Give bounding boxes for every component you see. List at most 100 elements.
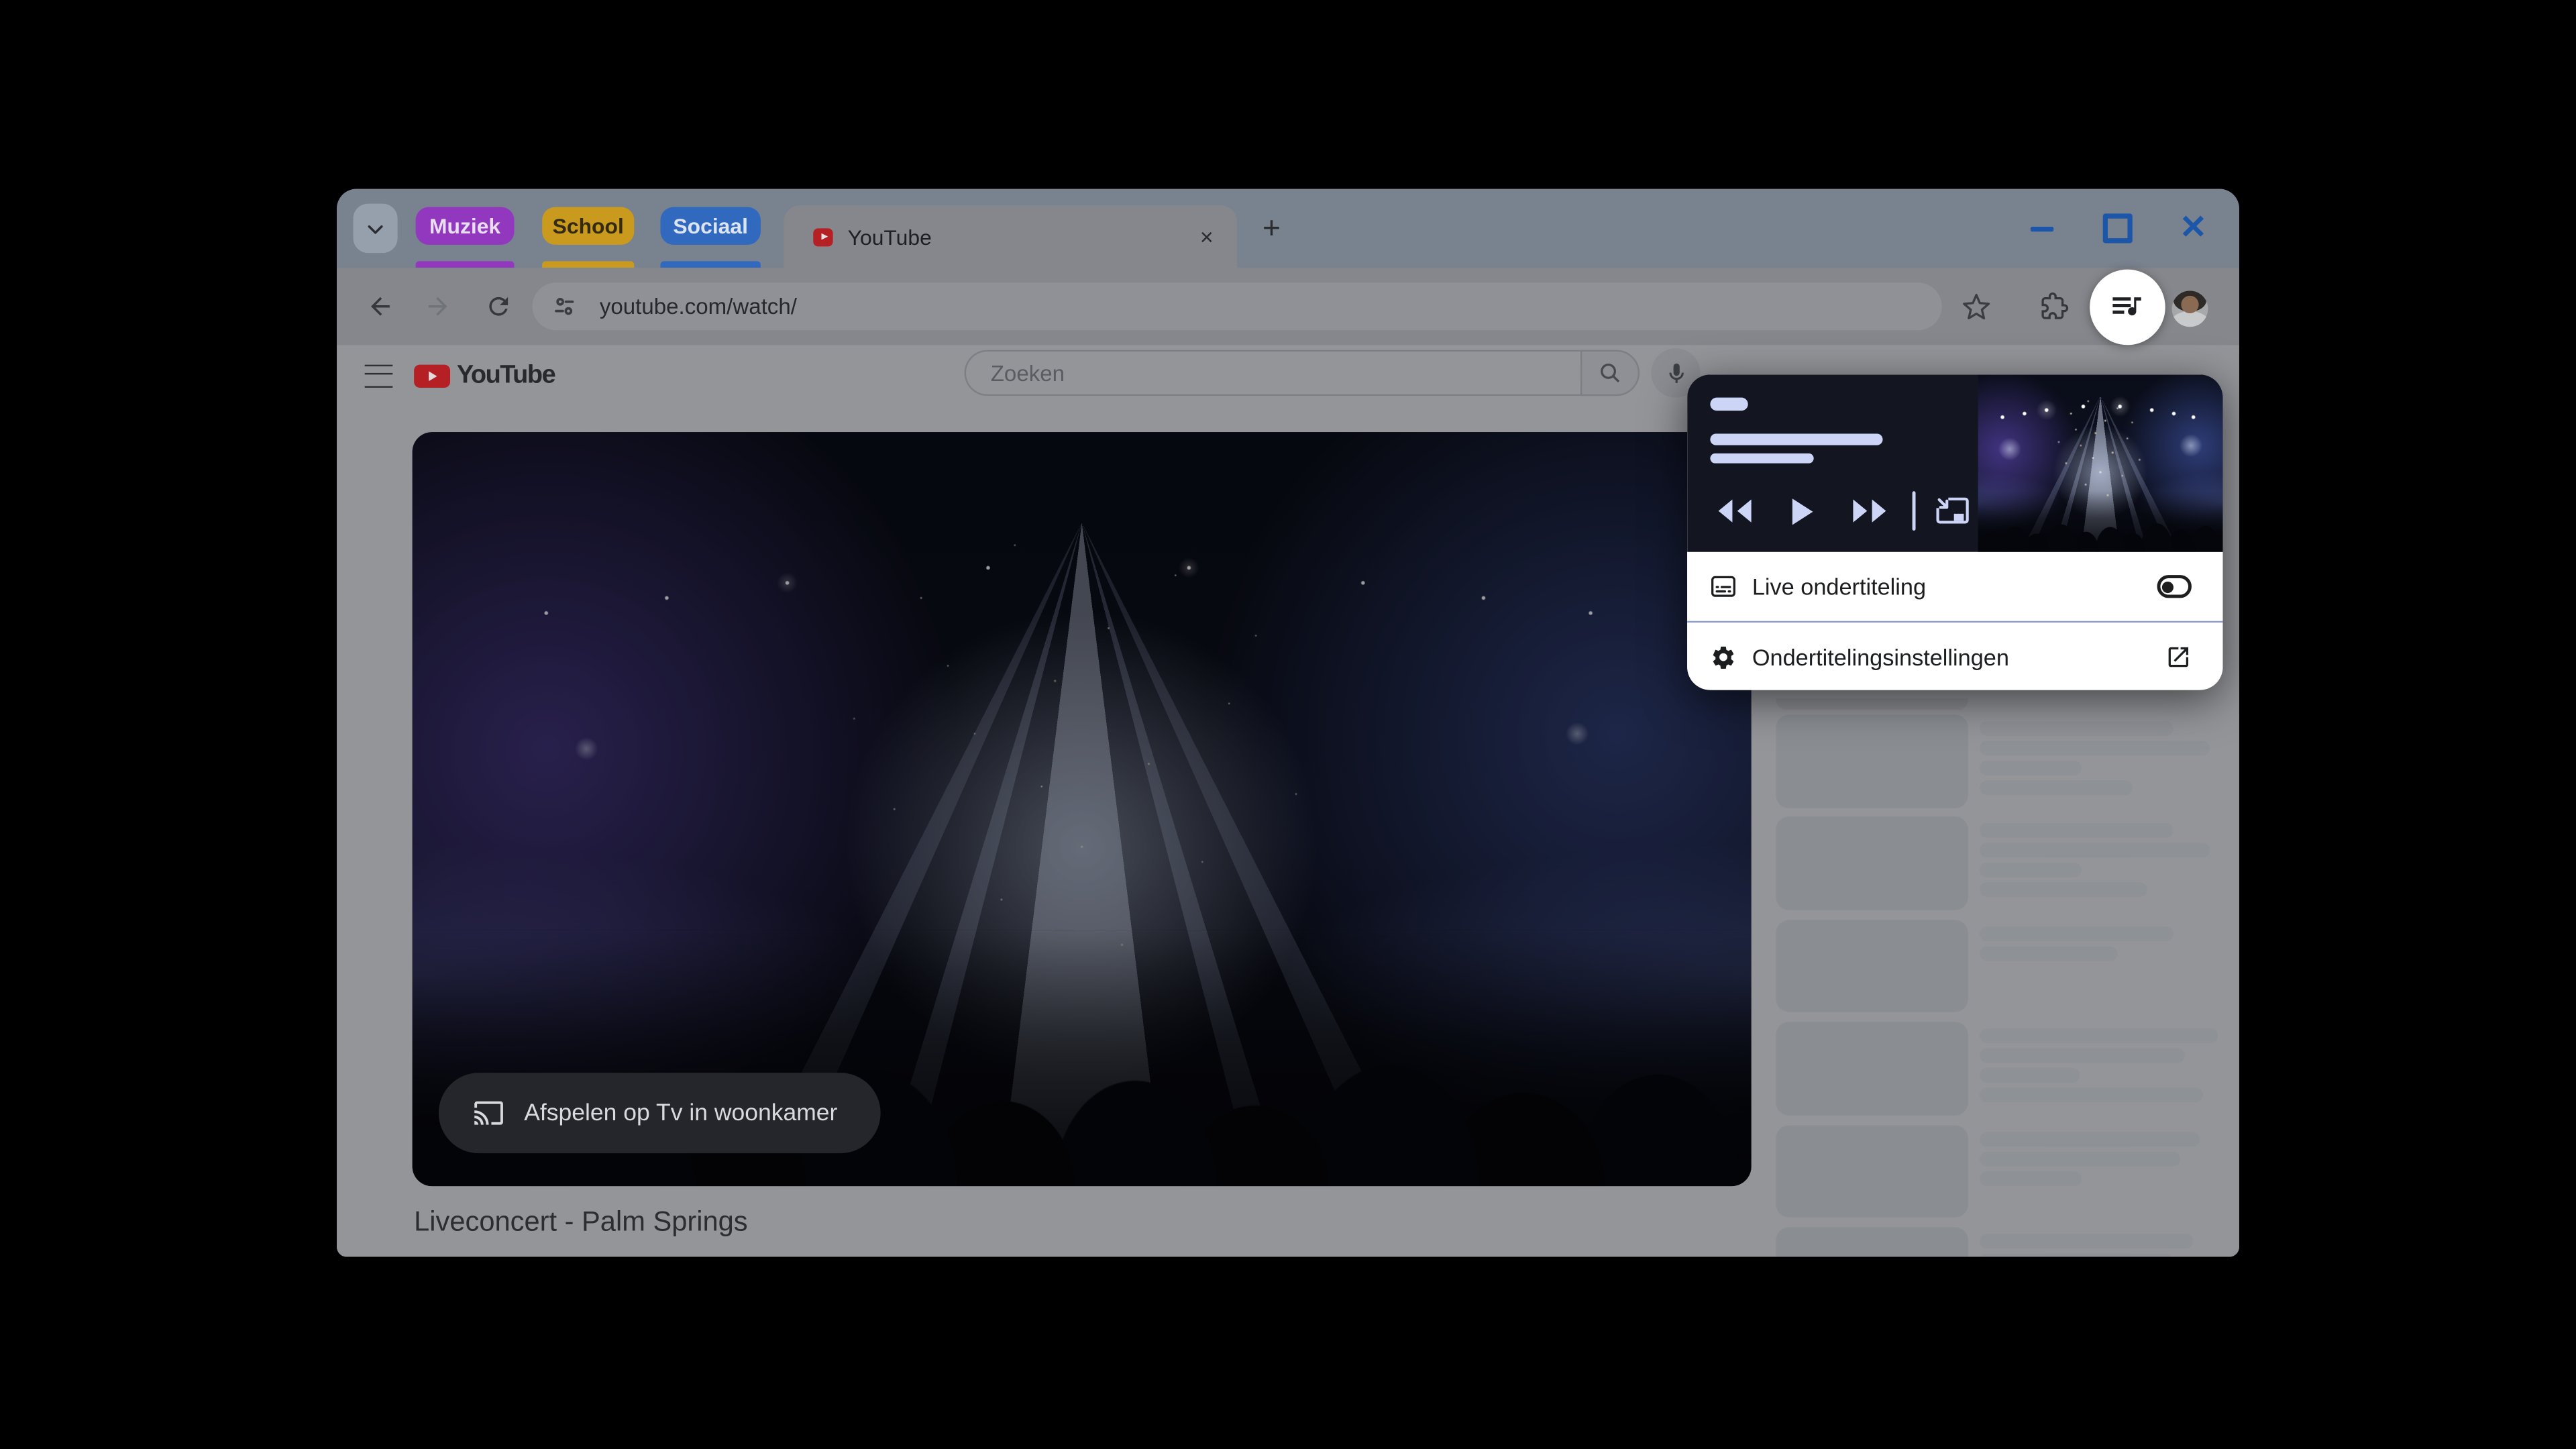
skeleton-line — [1980, 1171, 2082, 1186]
skeleton-thumbnail — [1776, 817, 1968, 910]
live-caption-icon — [1709, 574, 1735, 600]
avatar — [2171, 290, 2208, 327]
skeleton-line — [1980, 760, 2082, 775]
tab-youtube[interactable]: YouTube × — [784, 205, 1238, 268]
skeleton-thumbnail — [1776, 919, 1968, 1013]
new-tab-button[interactable]: + — [1252, 210, 1291, 250]
search-input[interactable] — [987, 359, 1536, 387]
mic-icon — [1664, 361, 1688, 386]
previous-track-button[interactable] — [1715, 498, 1755, 524]
related-videos-sidebar — [1776, 685, 2222, 1257]
next-track-button[interactable] — [1850, 498, 1890, 524]
chevron-down-icon — [365, 217, 386, 239]
skeleton-video-item — [1776, 817, 2218, 910]
omnibox[interactable]: youtube.com/watch/ — [532, 282, 1942, 331]
tab-group-chip-school[interactable]: School — [542, 207, 635, 245]
cast-icon — [473, 1097, 504, 1129]
skeleton-text-lines — [1980, 1124, 2200, 1217]
video-title: Liveconcert - Palm Springs — [414, 1205, 748, 1238]
tab-close-button[interactable]: × — [1193, 223, 1221, 251]
back-button[interactable] — [356, 282, 404, 330]
screen: Muziek School Sociaal YouTube × + ✕ yout… — [0, 0, 2576, 1449]
live-caption-toggle[interactable] — [2156, 575, 2191, 598]
skeleton-thumbnail-partial — [1776, 698, 1968, 710]
back-arrow-icon — [366, 292, 394, 321]
forward-button[interactable] — [414, 282, 462, 330]
maximize-button[interactable] — [2094, 205, 2141, 252]
skeleton-bar — [1709, 433, 1882, 445]
tab-strip: Muziek School Sociaal YouTube × + ✕ — [337, 189, 2239, 268]
skeleton-thumbnail — [1776, 714, 1968, 808]
media-controls-button[interactable] — [2090, 268, 2165, 345]
window-controls: ✕ — [1990, 189, 2216, 268]
skeleton-video-item — [1776, 1124, 2218, 1218]
youtube-favicon-icon — [813, 227, 833, 246]
skeleton-text-lines — [1980, 714, 2210, 807]
tab-group-underline-sociaal — [660, 261, 761, 267]
profile-button[interactable] — [2165, 284, 2213, 332]
skeleton-line — [1980, 1253, 2174, 1257]
skeleton-line — [1980, 823, 2174, 839]
skeleton-bar — [1709, 452, 1813, 464]
skeleton-thumbnail — [1776, 1022, 1968, 1116]
tune-icon[interactable] — [552, 294, 577, 319]
skeleton-line — [1980, 780, 2133, 796]
skeleton-text-lines — [1980, 920, 2174, 1012]
browser-toolbar: youtube.com/watch/ — [337, 268, 2239, 345]
cast-chip-label: Afspelen op Tv in woonkamer — [524, 1099, 838, 1126]
skeleton-text-lines — [1980, 1022, 2218, 1115]
tab-group-chip-sociaal[interactable]: Sociaal — [660, 207, 761, 245]
minimize-icon — [2030, 225, 2054, 231]
artwork-crowd — [1978, 491, 2222, 552]
video-player[interactable]: Afspelen op Tv in woonkamer — [412, 432, 1752, 1187]
toggle-knob — [2161, 580, 2174, 592]
skeleton-text-lines — [1980, 1227, 2194, 1257]
skeleton-line — [1980, 1131, 2200, 1146]
minimize-button[interactable] — [2019, 205, 2065, 252]
youtube-wordmark: YouTube — [456, 361, 556, 390]
search-box[interactable] — [964, 350, 1580, 396]
extensions-button[interactable] — [2031, 282, 2078, 330]
bookmark-button[interactable] — [1951, 282, 1999, 330]
tab-search-button[interactable] — [353, 203, 398, 254]
skeleton-video-item — [1776, 714, 2218, 808]
skeleton-line — [1980, 1068, 2080, 1083]
skeleton-line — [1980, 843, 2210, 859]
close-icon: ✕ — [2179, 210, 2207, 247]
tab-group-chip-muziek[interactable]: Muziek — [415, 207, 515, 245]
gear-icon — [1709, 643, 1735, 669]
tab-group-underline-muziek — [415, 261, 515, 267]
close-window-button[interactable]: ✕ — [2170, 205, 2216, 252]
reload-button[interactable] — [475, 282, 523, 330]
skeleton-line — [1980, 863, 2082, 878]
play-button[interactable] — [1790, 497, 1813, 525]
live-caption-label: Live ondertiteling — [1752, 573, 1927, 600]
playlist-music-icon — [2108, 286, 2147, 326]
caption-settings-label: Ondertitelingsinstellingen — [1752, 643, 2009, 669]
skeleton-line — [1980, 1087, 2204, 1103]
skeleton-text-lines — [1980, 817, 2210, 910]
skeleton-thumbnail — [1776, 1124, 1968, 1218]
star-icon — [1961, 292, 1990, 321]
skeleton-line — [1980, 721, 2174, 737]
youtube-play-icon — [414, 365, 451, 388]
maximize-icon — [2102, 213, 2133, 244]
live-caption-row[interactable]: Live ondertiteling — [1687, 551, 2222, 621]
caption-settings-row[interactable]: Ondertitelingsinstellingen — [1687, 621, 2222, 690]
skeleton-line — [1980, 883, 2147, 898]
media-controls-popup: Live ondertiteling Ondertitelingsinstell… — [1687, 374, 2222, 690]
skeleton-thumbnail — [1776, 1227, 1968, 1257]
youtube-logo[interactable]: YouTube — [414, 361, 556, 391]
tab-group-underline-school — [542, 261, 635, 267]
skeleton-line — [1980, 1150, 2180, 1166]
skeleton-line — [1980, 1234, 2194, 1249]
skeleton-bar — [1710, 397, 1748, 411]
menu-button[interactable] — [364, 364, 393, 388]
open-in-new-icon — [2165, 643, 2191, 669]
browser-window: Muziek School Sociaal YouTube × + ✕ yout… — [337, 189, 2239, 1257]
search-button[interactable] — [1580, 350, 1640, 396]
picture-in-picture-button[interactable] — [1935, 496, 1969, 526]
skeleton-line — [1980, 1028, 2218, 1044]
cast-chip[interactable]: Afspelen op Tv in woonkamer — [438, 1073, 881, 1154]
skeleton-line — [1980, 741, 2210, 756]
